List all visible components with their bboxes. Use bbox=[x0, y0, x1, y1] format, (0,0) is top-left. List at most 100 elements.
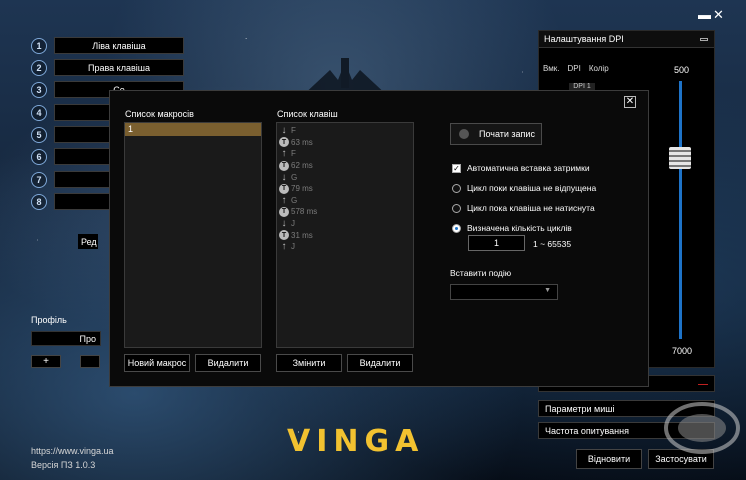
key-up-arrow-icon: ↑ bbox=[281, 241, 287, 253]
key-list-item-label: G bbox=[291, 172, 298, 182]
button-assign-row-2: 2 Права клавіша bbox=[31, 59, 184, 76]
key-list-item-label: J bbox=[291, 242, 295, 252]
loop-until-release-option[interactable]: Цикл поки клавіша не відпущена bbox=[452, 183, 596, 193]
brand-logo: VINGA bbox=[287, 424, 425, 459]
profile-label: Профіль bbox=[31, 315, 67, 325]
key-list-item-label: F bbox=[291, 149, 296, 159]
dpi-slider-track[interactable] bbox=[679, 81, 682, 339]
key-list-item[interactable]: T 578 ms bbox=[277, 206, 413, 218]
button-assign-2[interactable]: Права клавіша bbox=[54, 59, 184, 76]
profile-select[interactable]: Про bbox=[31, 331, 101, 346]
button-assign-row-4: 4 bbox=[31, 104, 184, 121]
button-assign-row-5: 5 bbox=[31, 126, 184, 143]
minimize-button[interactable]: ▬ bbox=[698, 8, 711, 21]
collapse-icon[interactable] bbox=[700, 37, 708, 41]
dpi-col-enable: Вмк. bbox=[543, 64, 560, 73]
website-link[interactable]: https://www.vinga.ua bbox=[31, 446, 114, 456]
change-key-button[interactable]: Змінити bbox=[276, 354, 342, 372]
insert-event-label: Вставити подію bbox=[450, 268, 512, 278]
auto-delay-label: Автоматична вставка затримки bbox=[467, 163, 590, 173]
macro-list-item[interactable]: 1 bbox=[125, 123, 261, 136]
key-list-item[interactable]: T 31 ms bbox=[277, 229, 413, 241]
key-list-item[interactable]: T 79 ms bbox=[277, 183, 413, 195]
loop-count-option[interactable]: Визначена кількість циклів bbox=[452, 223, 572, 233]
button-number-badge: 7 bbox=[31, 171, 47, 188]
insert-event-select[interactable]: ▼ bbox=[450, 284, 558, 300]
profile-action-button[interactable] bbox=[80, 355, 100, 368]
watermark-badge bbox=[664, 402, 740, 454]
key-list[interactable]: ↓ F T 63 ms ↑ F T 62 ms ↓ G T 79 ms ↑ G T 578 ms ↓ J T 31 m… bbox=[276, 122, 414, 348]
checkbox-checked-icon[interactable]: ✓ bbox=[452, 163, 461, 173]
dpi-panel-header: Налаштування DPI bbox=[539, 31, 714, 48]
button-number-badge: 3 bbox=[31, 81, 47, 98]
button-assign-row-7: 7 З bbox=[31, 171, 184, 188]
radio-selected-icon[interactable] bbox=[452, 223, 461, 233]
record-dot-icon bbox=[459, 129, 469, 139]
key-list-item[interactable]: T 62 ms bbox=[277, 160, 413, 172]
button-number-badge: 5 bbox=[31, 126, 47, 143]
key-list-item-label: 79 ms bbox=[291, 184, 313, 194]
key-list-item[interactable]: T 63 ms bbox=[277, 137, 413, 149]
key-list-item-label: G bbox=[291, 195, 298, 205]
button-number-badge: 6 bbox=[31, 148, 47, 165]
macro-dialog: ✕ Список макросів Список клавіш 1 ↓ F T 63 … bbox=[109, 90, 649, 387]
key-list-item[interactable]: ↑ F bbox=[277, 148, 413, 160]
button-assign-row-8: 8 П bbox=[31, 193, 184, 210]
dpi-max-label: 500 bbox=[674, 65, 690, 75]
new-macro-button[interactable]: Новий макрос bbox=[124, 354, 190, 372]
dpi-col-color: Колір bbox=[588, 64, 609, 73]
close-button[interactable]: ✕ bbox=[713, 8, 724, 21]
key-down-arrow-icon: ↓ bbox=[281, 171, 287, 183]
loop-count-input[interactable]: 1 bbox=[468, 235, 525, 251]
restore-button[interactable]: Відновити bbox=[576, 449, 642, 469]
button-number-badge: 8 bbox=[31, 193, 47, 210]
button-assign-row-6: 6 З bbox=[31, 148, 184, 165]
start-record-label: Почати запис bbox=[479, 129, 535, 139]
key-list-item-label: F bbox=[291, 126, 296, 136]
dpi-panel-title: Налаштування DPI bbox=[544, 34, 624, 44]
delay-icon: T bbox=[279, 230, 289, 241]
key-list-item[interactable]: ↓ J bbox=[277, 218, 413, 230]
delay-icon: T bbox=[279, 160, 289, 171]
dialog-close-button[interactable]: ✕ bbox=[624, 96, 636, 108]
add-profile-button[interactable]: + bbox=[31, 355, 61, 368]
loop-until-press-label: Цикл пока клавіша не натиснута bbox=[467, 203, 595, 213]
delay-icon: T bbox=[279, 137, 289, 148]
button-assign-1[interactable]: Ліва клавіша bbox=[54, 37, 184, 54]
delay-icon: T bbox=[279, 183, 289, 194]
button-number-badge: 4 bbox=[31, 104, 47, 121]
version-label: Версія ПЗ 1.0.3 bbox=[31, 460, 96, 470]
delay-icon: T bbox=[279, 206, 289, 217]
loop-until-press-option[interactable]: Цикл пока клавіша не натиснута bbox=[452, 203, 595, 213]
key-down-arrow-icon: ↓ bbox=[281, 218, 287, 230]
key-down-arrow-icon: ↓ bbox=[281, 125, 287, 137]
key-list-title: Список клавіш bbox=[277, 109, 338, 119]
key-list-item[interactable]: ↑ J bbox=[277, 241, 413, 253]
key-list-item[interactable]: ↑ G bbox=[277, 195, 413, 207]
button-number-badge: 1 bbox=[31, 37, 47, 54]
button-number-badge: 2 bbox=[31, 59, 47, 76]
auto-delay-option[interactable]: ✓ Автоматична вставка затримки bbox=[452, 163, 590, 173]
key-list-item[interactable]: ↓ F bbox=[277, 125, 413, 137]
radio-icon[interactable] bbox=[452, 203, 461, 213]
macro-list[interactable]: 1 bbox=[124, 122, 262, 348]
key-list-item-label: 578 ms bbox=[291, 207, 318, 217]
radio-icon[interactable] bbox=[452, 183, 461, 193]
dpi-min-label: 7000 bbox=[672, 346, 693, 356]
loop-until-release-label: Цикл поки клавіша не відпущена bbox=[467, 183, 597, 193]
key-list-item-label: 62 ms bbox=[291, 161, 313, 171]
key-list-item-label: 63 ms bbox=[291, 137, 313, 147]
key-list-item-label: 31 ms bbox=[291, 230, 313, 240]
dpi-slider-handle[interactable] bbox=[669, 147, 691, 170]
key-list-item[interactable]: ↓ G bbox=[277, 171, 413, 183]
edit-button[interactable]: Ред bbox=[78, 234, 98, 249]
button-assign-row-1: 1 Ліва клавіша bbox=[31, 37, 184, 54]
loop-count-label: Визначена кількість циклів bbox=[467, 223, 572, 233]
dpi-col-dpi: DPI bbox=[567, 64, 581, 73]
key-up-arrow-icon: ↑ bbox=[281, 194, 287, 206]
delete-key-button[interactable]: Видалити bbox=[347, 354, 413, 372]
dropdown-arrow-icon: ▼ bbox=[544, 287, 551, 294]
button-assign-row-3: 3 Се bbox=[31, 81, 184, 98]
delete-macro-button[interactable]: Видалити bbox=[195, 354, 261, 372]
start-record-button[interactable]: Почати запис bbox=[450, 123, 542, 145]
